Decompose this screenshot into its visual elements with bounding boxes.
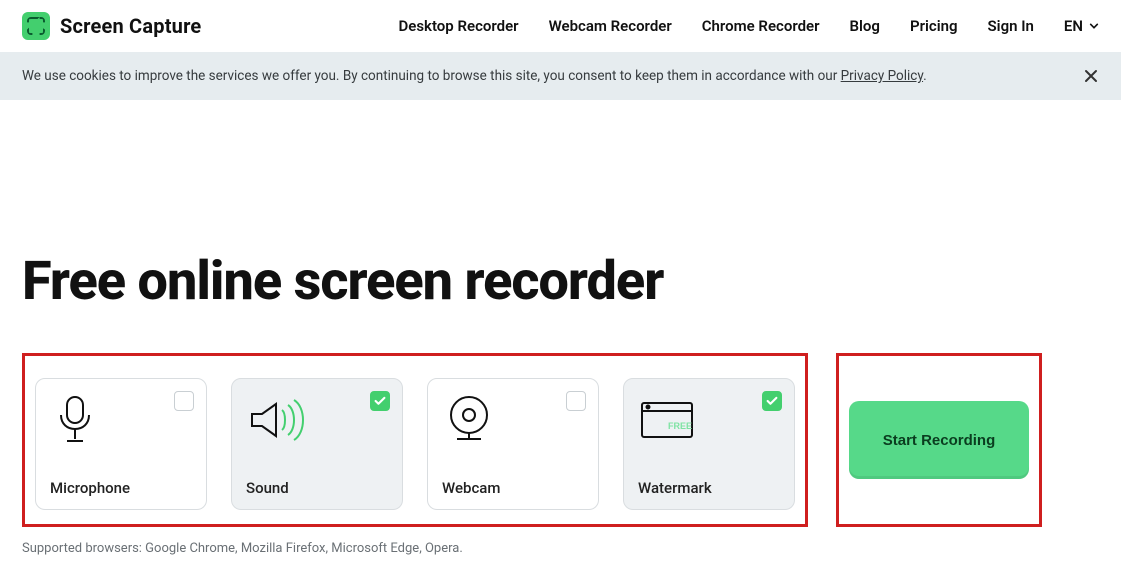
cookie-text: We use cookies to improve the services w… [22, 68, 927, 84]
logo-icon [22, 12, 50, 40]
brand-name: Screen Capture [60, 14, 201, 38]
brand[interactable]: Screen Capture [22, 12, 201, 40]
option-label: Webcam [442, 479, 584, 497]
option-label: Microphone [50, 479, 192, 497]
cookie-text-pre: We use cookies to improve the services w… [22, 68, 841, 84]
chevron-down-icon [1089, 21, 1099, 31]
cta-highlight-box: Start Recording [836, 353, 1042, 527]
nav-link-chrome-recorder[interactable]: Chrome Recorder [702, 17, 820, 35]
cookie-banner: We use cookies to improve the services w… [0, 52, 1121, 100]
sound-icon [246, 393, 310, 447]
language-selector[interactable]: EN [1064, 17, 1099, 35]
options-highlight-box: Microphone Sound [22, 353, 808, 527]
top-nav: Screen Capture Desktop Recorder Webcam R… [0, 0, 1121, 52]
svg-text:FREE: FREE [668, 421, 692, 431]
webcam-icon [442, 393, 506, 447]
watermark-icon: FREE [638, 393, 702, 447]
option-label: Watermark [638, 479, 780, 497]
checkbox-sound[interactable] [370, 391, 390, 411]
option-watermark[interactable]: FREE Watermark [623, 378, 795, 510]
nav-link-pricing[interactable]: Pricing [910, 17, 958, 35]
option-sound[interactable]: Sound [231, 378, 403, 510]
nav-link-webcam-recorder[interactable]: Webcam Recorder [549, 17, 672, 35]
nav-link-blog[interactable]: Blog [850, 17, 880, 35]
checkbox-watermark[interactable] [762, 391, 782, 411]
privacy-policy-link[interactable]: Privacy Policy [841, 68, 923, 84]
microphone-icon [50, 393, 114, 447]
checkbox-webcam[interactable] [566, 391, 586, 411]
language-label: EN [1064, 17, 1083, 35]
option-microphone[interactable]: Microphone [35, 378, 207, 510]
start-recording-button[interactable]: Start Recording [849, 401, 1029, 479]
checkbox-microphone[interactable] [174, 391, 194, 411]
close-icon[interactable] [1083, 68, 1099, 84]
page-title: Free online screen recorder [22, 250, 1099, 313]
option-webcam[interactable]: Webcam [427, 378, 599, 510]
nav-link-desktop-recorder[interactable]: Desktop Recorder [398, 17, 518, 35]
nav-link-sign-in[interactable]: Sign In [988, 17, 1034, 35]
cookie-text-post: . [923, 68, 927, 84]
option-label: Sound [246, 479, 388, 497]
supported-browsers-text: Supported browsers: Google Chrome, Mozil… [22, 541, 1099, 556]
nav-links: Desktop Recorder Webcam Recorder Chrome … [398, 17, 1099, 35]
